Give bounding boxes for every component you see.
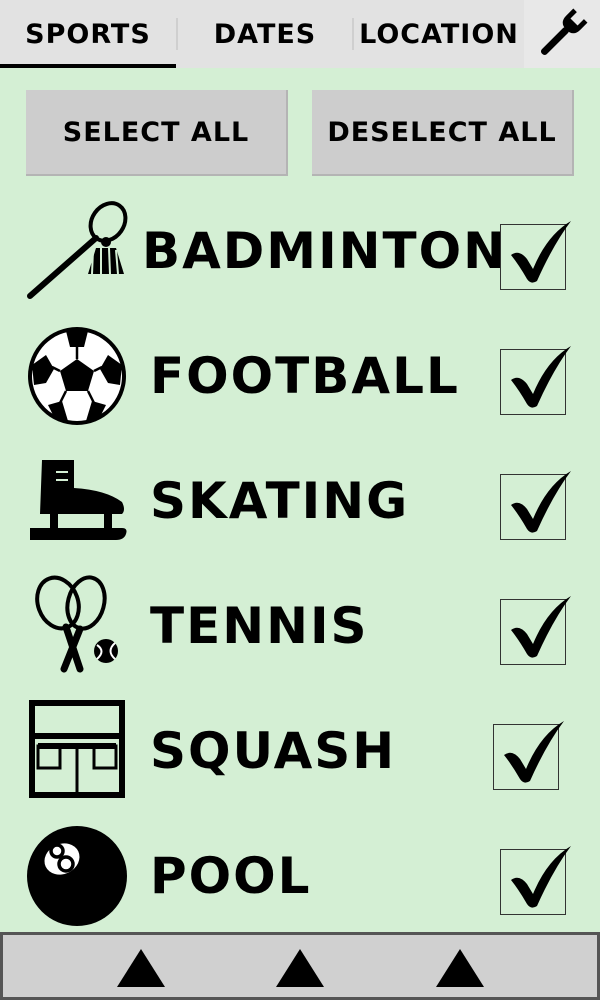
tab-location[interactable]: LOCATION <box>354 0 524 68</box>
checkbox-skating[interactable] <box>500 471 571 540</box>
squash-court-icon <box>26 700 128 802</box>
eight-ball-icon <box>26 825 128 927</box>
deselect-all-button[interactable]: DESELECT ALL <box>312 90 574 176</box>
checkmark-icon <box>511 346 571 408</box>
up-arrow-button[interactable] <box>111 945 171 991</box>
select-all-button[interactable]: SELECT ALL <box>26 90 288 176</box>
bottom-bar <box>0 932 600 1000</box>
checkbox-tennis[interactable] <box>500 596 571 665</box>
tab-dates[interactable]: DATES <box>178 0 352 68</box>
badminton-icon <box>26 200 128 302</box>
checkbox-badminton[interactable] <box>500 221 571 290</box>
up-arrow-icon <box>276 949 324 987</box>
checkmark-icon <box>511 846 571 908</box>
checkbox-squash[interactable] <box>493 721 564 790</box>
tab-sports[interactable]: SPORTS <box>0 0 176 68</box>
list-item-badminton: BADMINTON <box>0 200 600 325</box>
sport-label: BADMINTON <box>142 222 507 280</box>
tennis-icon <box>26 575 128 677</box>
tab-bar: SPORTS DATES LOCATION <box>0 0 600 68</box>
sport-label: FOOTBALL <box>150 347 460 405</box>
list-item-squash: SQUASH <box>0 700 600 825</box>
checkbox-pool[interactable] <box>500 846 571 915</box>
checkmark-icon <box>511 471 571 533</box>
football-icon <box>26 325 128 427</box>
list-item-skating: SKATING <box>0 450 600 575</box>
checkbox-football[interactable] <box>500 346 571 415</box>
list-item-football: FOOTBALL <box>0 325 600 450</box>
sport-label: POOL <box>150 847 312 905</box>
list-item-tennis: TENNIS <box>0 575 600 700</box>
checkmark-icon <box>511 596 571 658</box>
up-arrow-icon <box>117 949 165 987</box>
up-arrow-icon <box>436 949 484 987</box>
sport-label: SQUASH <box>150 722 397 780</box>
skate-icon <box>26 450 128 552</box>
sport-label: TENNIS <box>150 597 369 655</box>
settings-button[interactable] <box>524 0 600 68</box>
up-arrow-button[interactable] <box>270 945 330 991</box>
up-arrow-button[interactable] <box>430 945 490 991</box>
checkmark-icon <box>504 721 564 783</box>
wrench-icon <box>540 8 588 56</box>
checkmark-icon <box>511 221 571 283</box>
sport-label: SKATING <box>150 472 410 530</box>
